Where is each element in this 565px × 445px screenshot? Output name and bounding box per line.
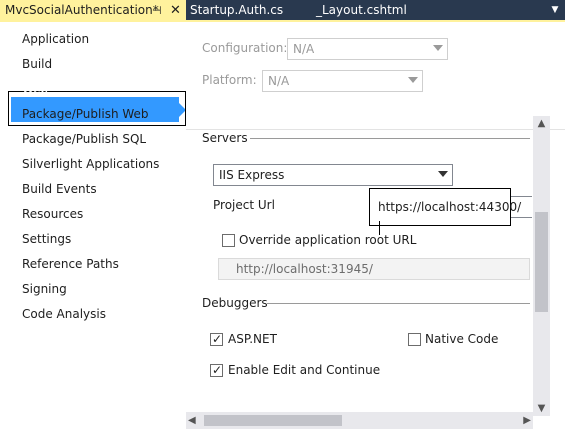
chevron-down-icon <box>438 171 448 177</box>
document-tab-strip: MvcSocialAuthentication* ⊣ ✕ Startup.Aut… <box>0 0 565 21</box>
override-root-url-value: http://localhost:31945/ <box>236 262 373 276</box>
aspnet-debugger-label: ASP.NET <box>228 332 277 346</box>
tab-label: Startup.Auth.cs <box>190 3 284 17</box>
close-icon[interactable]: ✕ <box>170 0 181 21</box>
override-root-url-label: Override application root URL <box>239 233 417 247</box>
native-code-debugger-label: Native Code <box>425 332 499 346</box>
server-type-dropdown[interactable]: IIS Express <box>213 164 453 186</box>
vertical-scrollbar[interactable]: ▲ ▼ <box>533 116 550 416</box>
platform-value: N/A <box>268 74 290 88</box>
checkmark-icon: ✓ <box>212 332 223 346</box>
project-url-value: https://localhost:44300/ <box>378 200 522 214</box>
scrollbar-corner <box>533 416 550 429</box>
debuggers-separator <box>267 303 530 304</box>
scroll-left-icon[interactable]: ◀ <box>188 412 196 429</box>
scroll-right-icon[interactable]: ▶ <box>523 412 531 429</box>
project-url-label: Project Url <box>213 198 275 212</box>
nav-item-resources[interactable]: Resources <box>22 204 83 224</box>
platform-dropdown[interactable]: N/A <box>262 70 423 92</box>
edit-and-continue-checkbox[interactable]: ✓ <box>210 363 223 377</box>
chevron-down-icon <box>433 45 443 51</box>
configuration-label: Configuration: <box>202 41 288 55</box>
tab-overflow-dropdown-icon[interactable]: ▼ <box>549 3 561 17</box>
nav-item-signing[interactable]: Signing <box>22 279 67 299</box>
project-url-highlight: https://localhost:44300/ <box>369 188 521 235</box>
pin-icon[interactable]: ⊣ <box>152 0 162 21</box>
override-root-url-checkbox[interactable] <box>222 234 235 247</box>
section-divider <box>186 129 565 130</box>
horizontal-scrollbar[interactable]: ◀ ▶ <box>186 412 533 429</box>
nav-item-settings[interactable]: Settings <box>22 229 71 249</box>
scroll-up-icon[interactable]: ▲ <box>536 118 547 129</box>
aspnet-debugger-checkbox[interactable]: ✓ <box>210 332 223 346</box>
nav-item-build[interactable]: Build <box>22 54 52 74</box>
chevron-down-icon <box>408 77 418 83</box>
nav-item-reference-paths[interactable]: Reference Paths <box>22 254 119 274</box>
tab-mvcsocialauthentication[interactable]: MvcSocialAuthentication* ⊣ ✕ <box>0 0 186 21</box>
scroll-down-icon[interactable]: ▼ <box>536 403 547 414</box>
nav-item-silverlight-applications[interactable]: Silverlight Applications <box>22 154 159 174</box>
nav-item-package-publish-web[interactable]: Package/Publish Web <box>22 104 149 124</box>
vertical-scroll-thumb[interactable] <box>535 212 548 312</box>
web-properties-panel: Configuration: N/A Platform: N/A Servers… <box>186 22 565 445</box>
checkmark-icon: ✓ <box>212 363 223 377</box>
servers-heading: Servers <box>202 131 248 145</box>
server-type-value: IIS Express <box>219 168 285 182</box>
tab-label: _Layout.cshtml <box>316 3 407 17</box>
tab-label: MvcSocialAuthentication* <box>5 3 159 17</box>
tab-startup-auth[interactable]: Startup.Auth.cs <box>190 0 283 21</box>
debuggers-heading: Debuggers <box>202 296 268 310</box>
edit-and-continue-label: Enable Edit and Continue <box>228 363 381 377</box>
native-code-debugger-checkbox[interactable] <box>408 333 421 346</box>
servers-separator <box>250 138 530 139</box>
project-url-input[interactable]: https://localhost:44300/ <box>376 197 521 235</box>
tab-layout[interactable]: _Layout.cshtml <box>316 0 407 21</box>
configuration-dropdown[interactable]: N/A <box>287 38 448 60</box>
nav-item-web[interactable]: Web* <box>22 79 54 99</box>
nav-item-application[interactable]: Application <box>22 29 89 49</box>
configuration-value: N/A <box>293 42 315 56</box>
nav-item-code-analysis[interactable]: Code Analysis <box>22 304 106 324</box>
nav-item-package-publish-sql[interactable]: Package/Publish SQL <box>22 129 146 149</box>
override-root-url-input[interactable]: http://localhost:31945/ <box>218 258 530 280</box>
horizontal-scroll-thumb[interactable] <box>204 415 342 426</box>
nav-item-build-events[interactable]: Build Events <box>22 179 97 199</box>
platform-label: Platform: <box>202 73 257 87</box>
project-properties-nav: Application Build Web* Package/Publish W… <box>0 22 186 445</box>
